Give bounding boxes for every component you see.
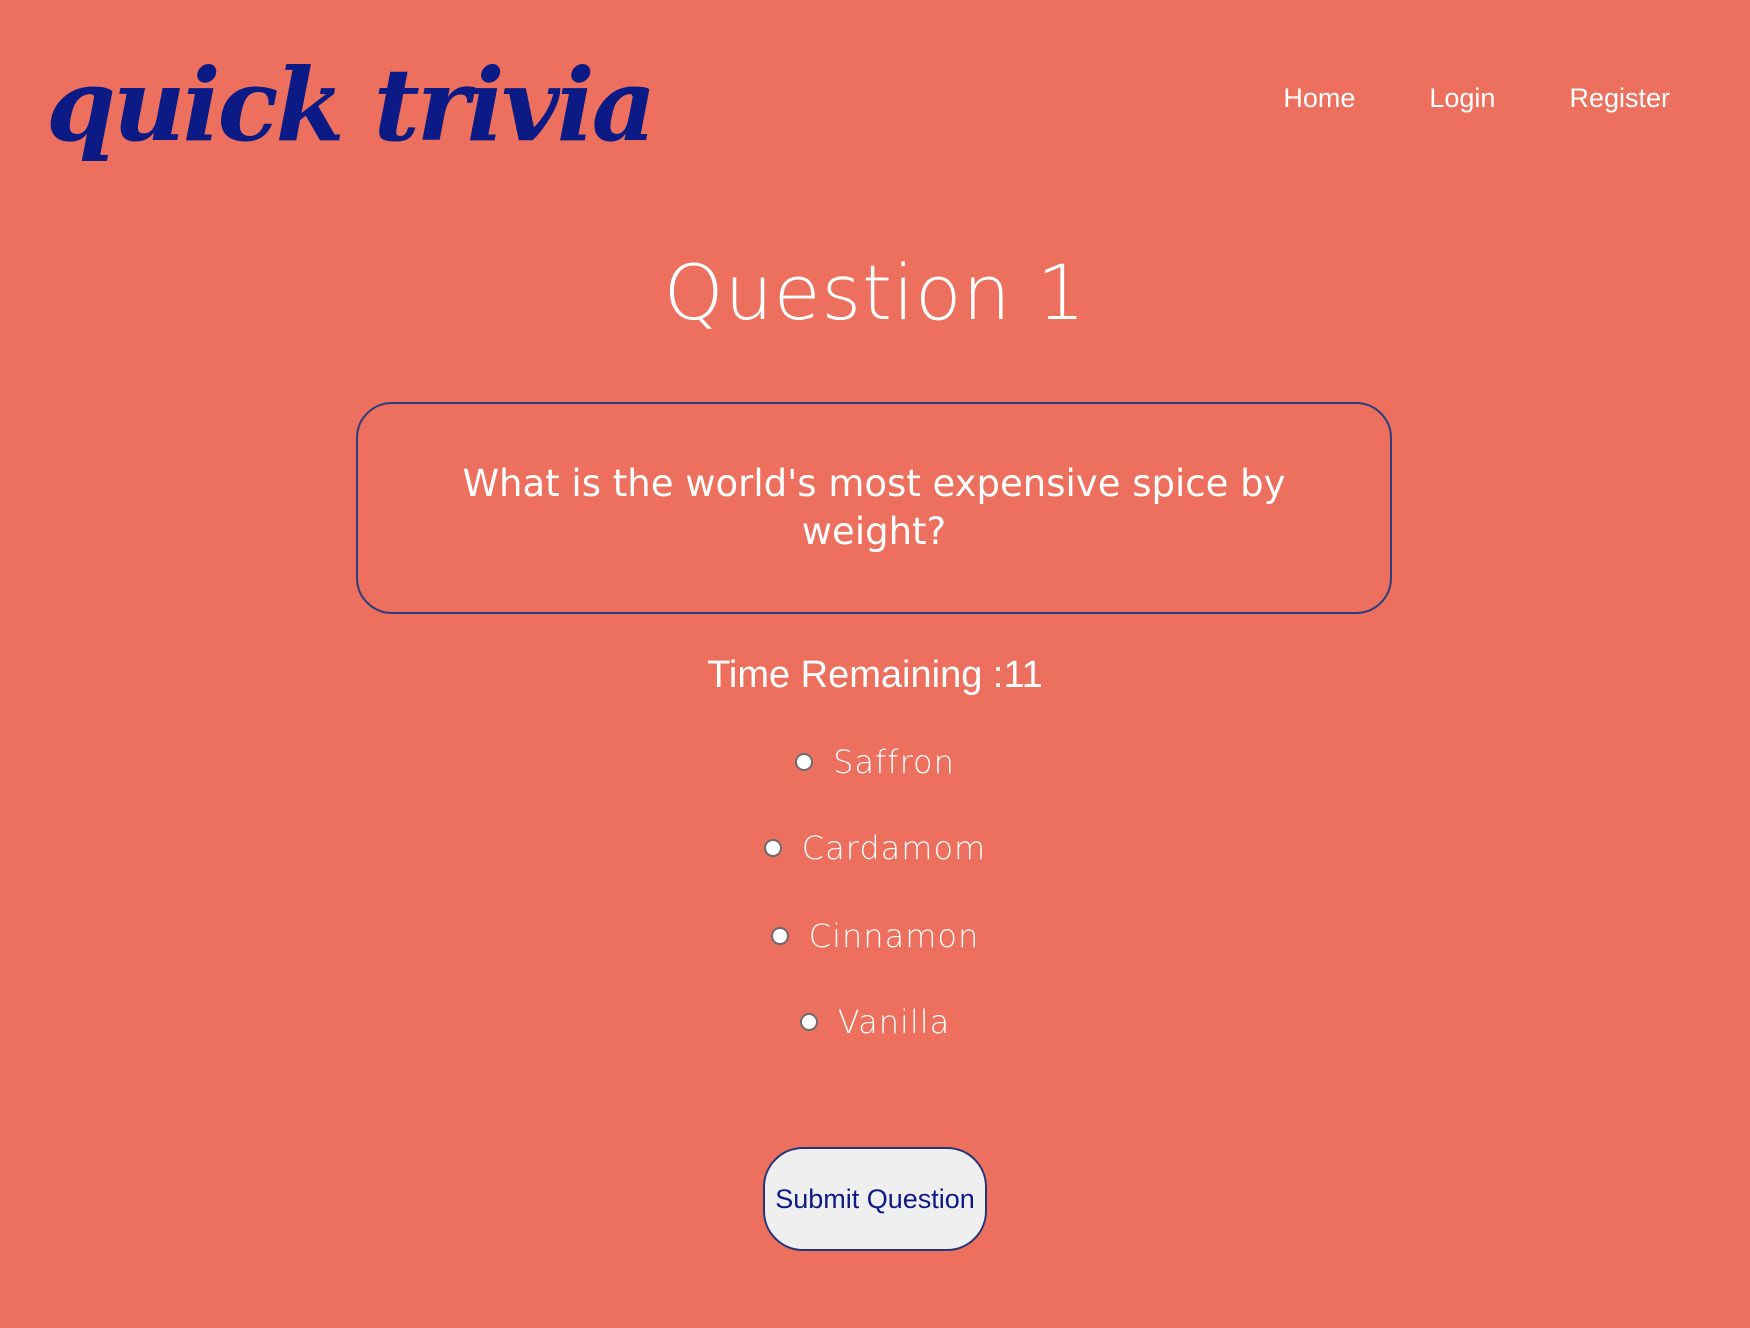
answer-label: Vanilla: [837, 1003, 951, 1041]
radio-button[interactable]: [770, 927, 789, 945]
radio-button[interactable]: [799, 1013, 818, 1031]
answer-option-cardamom[interactable]: Cardamom: [0, 826, 1750, 870]
nav-link-home[interactable]: Home: [1283, 78, 1355, 118]
question-text: What is the world's most expensive spice…: [462, 462, 1286, 553]
main-nav: Home Login Register: [1283, 78, 1670, 118]
answer-label: Cinnamon: [808, 917, 980, 955]
question-card: What is the world's most expensive spice…: [356, 402, 1392, 614]
nav-link-login[interactable]: Login: [1429, 78, 1495, 118]
question-title: Question 1: [663, 248, 1087, 337]
site-logo[interactable]: quick trivia: [46, 40, 656, 170]
answer-option-saffron[interactable]: Saffron: [0, 740, 1750, 784]
submit-question-button[interactable]: Submit Question: [763, 1147, 987, 1251]
answer-option-vanilla[interactable]: Vanilla: [0, 1000, 1750, 1044]
nav-link-register[interactable]: Register: [1569, 78, 1670, 118]
site-header: quick trivia Home Login Register: [0, 0, 1750, 190]
answer-option-cinnamon[interactable]: Cinnamon: [0, 914, 1750, 958]
radio-button[interactable]: [763, 839, 782, 857]
time-remaining: Time Remaining :11: [707, 654, 1043, 696]
answer-label: Cardamom: [801, 829, 987, 867]
answer-label: Saffron: [833, 743, 955, 781]
radio-button[interactable]: [795, 753, 814, 771]
